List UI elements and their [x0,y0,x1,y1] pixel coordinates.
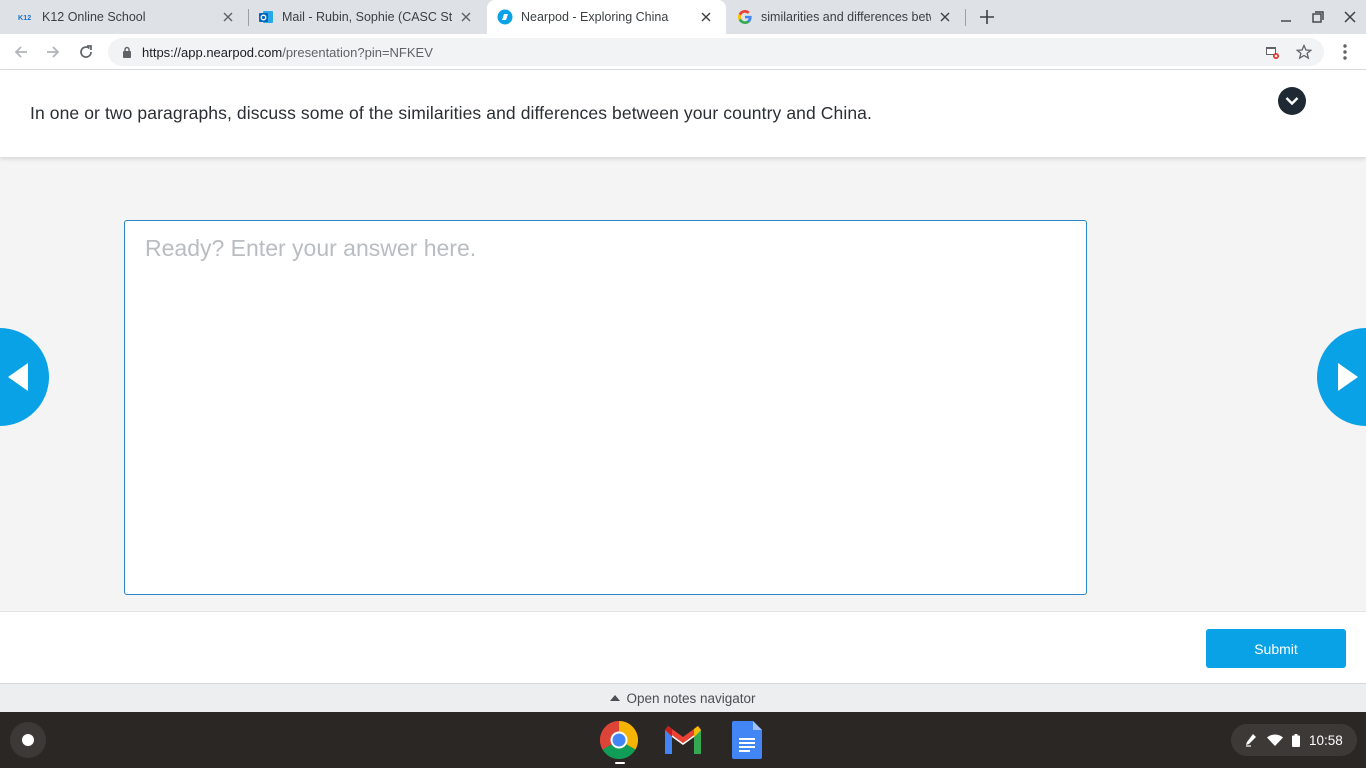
more-vert-icon[interactable] [1332,39,1358,65]
next-slide-button[interactable] [1317,328,1366,426]
new-tab-button[interactable] [976,6,998,28]
lock-icon[interactable] [120,45,134,59]
tab-title: similarities and differences betw [761,10,931,24]
previous-slide-button[interactable] [0,328,49,426]
launcher-icon [22,734,34,746]
nearpod-icon [497,9,513,25]
forward-arrow-icon[interactable] [40,39,66,65]
close-tab-icon[interactable] [220,9,236,25]
docs-icon[interactable] [727,720,767,760]
tab-k12[interactable]: K12 K12 Online School [0,0,248,34]
tab-separator [965,9,966,26]
open-notes-navigator[interactable]: Open notes navigator [0,683,1366,712]
outlook-icon [258,9,274,25]
caret-up-icon [610,695,621,701]
restore-icon[interactable] [1307,6,1329,28]
k12-logo-icon: K12 [18,9,34,25]
collapse-question-button[interactable] [1278,87,1306,115]
battery-icon [1291,732,1301,748]
tab-google-search[interactable]: similarities and differences betw [727,0,965,34]
close-tab-icon[interactable] [698,9,714,25]
reload-icon[interactable] [73,39,99,65]
tab-title: Nearpod - Exploring China [521,10,669,24]
submit-footer: Submit [0,611,1366,683]
nearpod-content: In one or two paragraphs, discuss some o… [0,71,1366,712]
google-icon [737,9,753,25]
question-text: In one or two paragraphs, discuss some o… [30,103,872,123]
tab-mail[interactable]: Mail - Rubin, Sophie (CASC Stude [248,0,486,34]
answer-textbox[interactable] [124,220,1087,595]
running-indicator [615,762,625,764]
tab-title: K12 Online School [42,10,146,24]
os-shelf: 10:58 [0,712,1366,768]
address-bar[interactable]: https://app.nearpod.com/presentation?pin… [108,38,1324,66]
tab-nearpod[interactable]: Nearpod - Exploring China [487,0,726,34]
tab-title: Mail - Rubin, Sophie (CASC Stude [282,10,452,24]
question-header: In one or two paragraphs, discuss some o… [0,71,1366,157]
browser-toolbar: https://app.nearpod.com/presentation?pin… [0,34,1366,70]
url-path: /presentation?pin=NFKEV [282,44,433,60]
url-text: https://app.nearpod.com/presentation?pin… [142,45,433,60]
chevron-down-icon [1285,97,1299,106]
pop-up-blocked-icon[interactable] [1264,44,1280,60]
status-tray[interactable]: 10:58 [1231,724,1357,756]
arrow-right-icon [1338,363,1358,391]
chrome-icon[interactable] [599,720,639,760]
minimize-icon[interactable] [1275,6,1297,28]
bookmark-star-icon[interactable] [1296,44,1312,60]
close-tab-icon[interactable] [458,9,474,25]
submit-button[interactable]: Submit [1206,629,1346,668]
back-arrow-icon[interactable] [8,39,34,65]
svg-text:K12: K12 [18,13,31,22]
tab-strip: K12 K12 Online School Mail - Rubin, Soph… [0,0,1366,34]
arrow-left-icon [8,363,28,391]
stylus-icon [1243,732,1259,748]
wifi-icon [1267,732,1283,748]
launcher-button[interactable] [10,722,46,758]
close-window-icon[interactable] [1339,6,1361,28]
close-tab-icon[interactable] [937,9,953,25]
clock-time: 10:58 [1309,732,1343,748]
gmail-icon[interactable] [663,720,703,760]
url-host: https://app.nearpod.com [142,44,283,60]
notes-navigator-label: Open notes navigator [626,690,756,706]
